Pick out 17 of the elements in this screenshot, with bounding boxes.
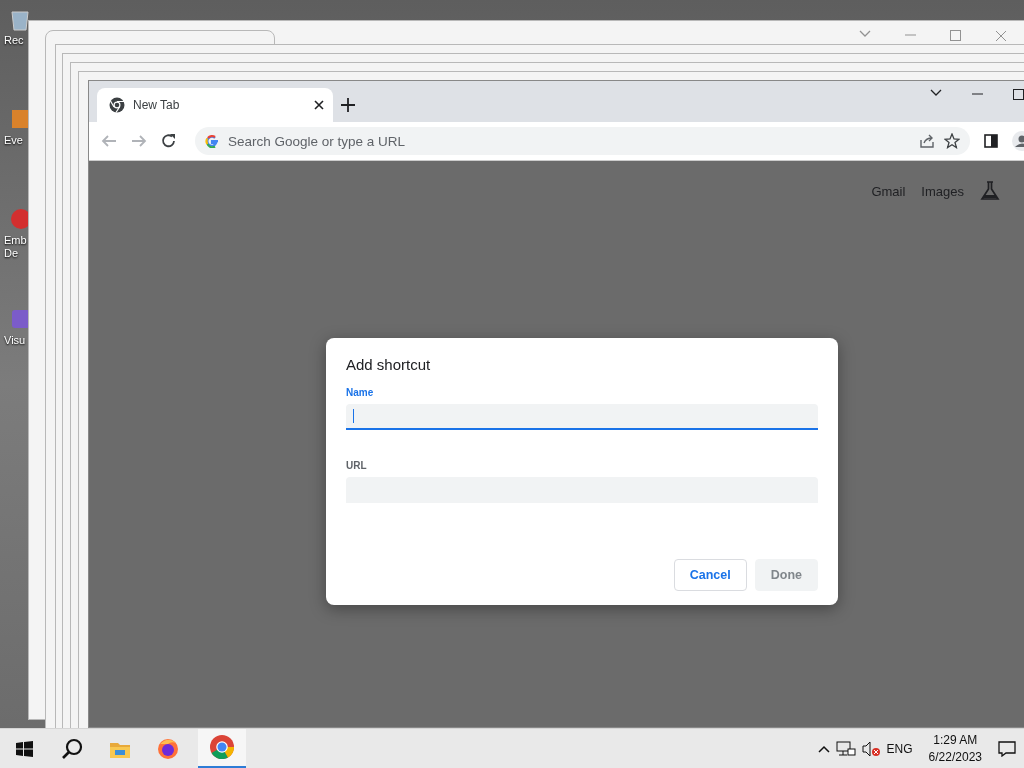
header-link[interactable]: Images	[921, 183, 964, 199]
clock-time: 1:29 AM	[933, 731, 978, 749]
browser-tab[interactable]: New Tab	[97, 88, 333, 122]
desktop-icon-label[interactable]: Visu	[4, 334, 26, 347]
dialog-button[interactable]: Cancel	[673, 559, 747, 591]
desktop-icon-label[interactable]: Rec	[4, 34, 26, 47]
dialog-title: Add shortcut	[346, 356, 432, 373]
field-label: URL	[346, 460, 368, 471]
tab-title: New Tab	[133, 98, 181, 112]
header-link[interactable]: Gmail	[871, 183, 906, 199]
desktop-icon-label[interactable]: Emb De	[4, 234, 26, 260]
language-indicator[interactable]: ENG	[886, 741, 913, 756]
field-label: Name	[346, 387, 375, 398]
address-placeholder: Search Google or type a URL	[228, 133, 407, 149]
desktop-icon-label[interactable]: Eve	[4, 134, 26, 147]
clock-date: 6/22/2023	[928, 748, 982, 766]
address-bar[interactable]: Search Google or type a URL	[195, 127, 970, 155]
